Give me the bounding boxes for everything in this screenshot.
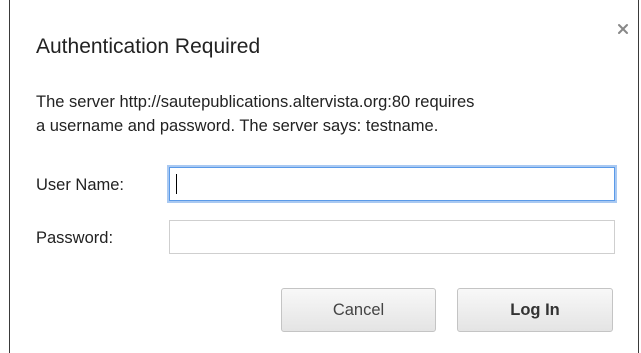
dialog-title: Authentication Required — [36, 35, 261, 58]
auth-dialog: Authentication Required The server http:… — [9, 0, 639, 353]
username-input[interactable] — [169, 167, 615, 201]
password-input[interactable] — [169, 220, 615, 254]
dialog-message: The server http://sautepublications.alte… — [36, 90, 616, 138]
cancel-button[interactable]: Cancel — [281, 288, 436, 332]
username-label: User Name: — [36, 176, 125, 194]
dialog-message-line-2: a username and password. The server says… — [36, 117, 439, 135]
dialog-message-line-1: The server http://sautepublications.alte… — [36, 93, 475, 111]
close-icon[interactable] — [614, 20, 634, 40]
password-label: Password: — [36, 229, 114, 247]
text-cursor — [176, 174, 177, 194]
log-in-button[interactable]: Log In — [457, 288, 613, 332]
